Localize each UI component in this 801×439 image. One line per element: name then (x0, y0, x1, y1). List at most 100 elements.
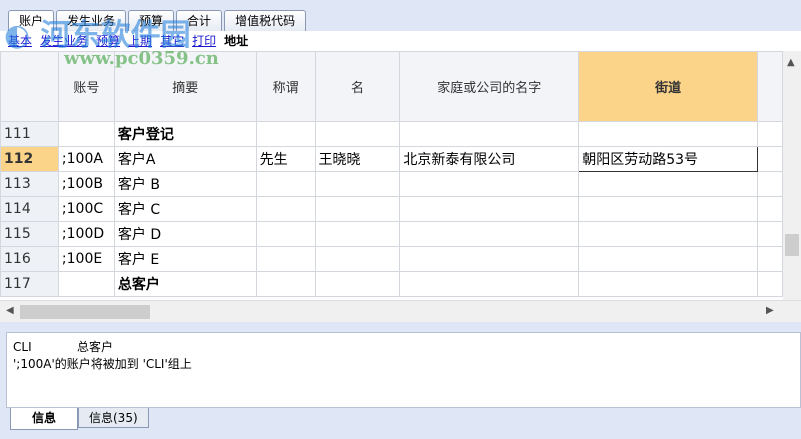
cell-company[interactable] (399, 271, 580, 297)
tab-3[interactable]: 合计 (176, 10, 223, 31)
subnav-link-3[interactable]: 上期 (128, 31, 152, 51)
subnav-link-2[interactable]: 预算 (96, 31, 120, 51)
cell-street[interactable] (578, 221, 759, 247)
column-header[interactable]: 街道 (578, 51, 759, 122)
tab-1[interactable]: 发生业务 (56, 10, 127, 31)
cell-first[interactable] (314, 246, 401, 272)
cell-desc[interactable]: 客户 E (113, 246, 257, 272)
cell-desc[interactable]: 客户 C (113, 196, 257, 222)
message-text: ';100A'的账户将被加到 'CLI'组上 (13, 357, 192, 371)
cell-acc[interactable] (57, 271, 115, 297)
scroll-right-icon[interactable]: ▶ (766, 305, 774, 316)
cell-street[interactable] (578, 196, 759, 222)
row-number[interactable]: 115 (0, 221, 59, 247)
cell-desc[interactable]: 客户 B (113, 171, 257, 197)
tab-info[interactable]: 信息 (10, 408, 78, 430)
subnav-link-5[interactable]: 打印 (192, 31, 216, 51)
table-row[interactable]: 116 ;100E 客户 E (0, 246, 783, 272)
cell-company[interactable]: 北京新泰有限公司 (399, 146, 580, 172)
table-row[interactable]: 111 客户登记 (0, 121, 783, 147)
subnav-link-4[interactable]: 其它 (160, 31, 184, 51)
table-row[interactable]: 117 总客户 (0, 271, 783, 297)
tab-4[interactable]: 增值税代码 (224, 10, 307, 31)
cell-company[interactable] (399, 171, 580, 197)
column-header[interactable]: 家庭或公司的名字 (399, 51, 580, 122)
cell-company[interactable] (399, 246, 580, 272)
table-row[interactable]: 114 ;100C 客户 C (0, 196, 783, 222)
cell-street[interactable] (578, 271, 759, 297)
column-header[interactable]: 称谓 (255, 51, 316, 122)
cell-acc[interactable]: ;100A (57, 146, 115, 172)
subnav-link-0[interactable]: 基本 (8, 31, 32, 51)
horizontal-scroll-thumb[interactable] (20, 305, 150, 319)
cell-first[interactable] (314, 221, 401, 247)
cell-title[interactable] (255, 196, 316, 222)
cell-title[interactable] (255, 221, 316, 247)
cell-title[interactable]: 先生 (255, 146, 316, 172)
subnav-current: 地址 (224, 34, 249, 48)
column-header[interactable]: 账号 (57, 51, 115, 122)
cell-desc[interactable]: 客户A (113, 146, 257, 172)
cell-first[interactable] (314, 271, 401, 297)
cell-street[interactable] (578, 246, 759, 272)
cell-desc[interactable]: 总客户 (113, 271, 257, 297)
cell-acc[interactable]: ;100D (57, 221, 115, 247)
table-row[interactable]: 115 ;100D 客户 D (0, 221, 783, 247)
row-number[interactable]: 112 (0, 146, 59, 172)
vertical-scroll-thumb[interactable] (785, 234, 799, 256)
horizontal-scrollbar[interactable]: ◀ ▶ (0, 300, 801, 322)
cell-company[interactable] (399, 196, 580, 222)
column-header[interactable]: 摘要 (113, 51, 257, 122)
cell-empty[interactable] (757, 171, 783, 197)
cell-empty[interactable] (757, 221, 783, 247)
scroll-up-icon[interactable]: ▲ (787, 57, 795, 68)
cell-acc[interactable]: ;100E (57, 246, 115, 272)
cell-desc[interactable]: 客户 D (113, 221, 257, 247)
cell-title[interactable] (255, 271, 316, 297)
cell-acc[interactable] (57, 121, 115, 147)
account-grid: 账号 摘要 称谓名家庭或公司的名字 街道 111 客户登记 112 ;100A 客户A 先生 王晓… (0, 51, 783, 300)
column-header[interactable]: 名 (314, 51, 401, 122)
cell-first[interactable] (314, 121, 401, 147)
table-row[interactable]: 113 ;100B 客户 B (0, 171, 783, 197)
vertical-scrollbar[interactable]: ▲ (783, 51, 801, 300)
cell-first[interactable]: 王晓晓 (314, 146, 401, 172)
cell-street[interactable] (578, 171, 759, 197)
message-code: CLI (13, 340, 32, 354)
cell-empty[interactable] (757, 246, 783, 272)
row-number[interactable]: 114 (0, 196, 59, 222)
tab-0[interactable]: 账户 (8, 10, 55, 33)
subnav-link-1[interactable]: 发生业务 (40, 31, 88, 51)
cell-title[interactable] (255, 246, 316, 272)
cell-title[interactable] (255, 171, 316, 197)
message-panel: CLI 总客户 ';100A'的账户将被加到 'CLI'组上 (6, 332, 801, 408)
scroll-left-icon[interactable]: ◀ (6, 305, 14, 316)
cell-first[interactable] (314, 171, 401, 197)
cell-acc[interactable]: ;100B (57, 171, 115, 197)
table-row[interactable]: 112 ;100A 客户A 先生 王晓晓 北京新泰有限公司 朝阳区劳动路53号 (0, 146, 783, 172)
cell-empty[interactable] (757, 271, 783, 297)
sub-nav: 基本 发生业务 预算 上期 其它 打印 地址 (0, 31, 801, 51)
row-number[interactable]: 113 (0, 171, 59, 197)
cell-desc[interactable]: 客户登记 (113, 121, 257, 147)
row-number[interactable]: 117 (0, 271, 59, 297)
cell-empty[interactable] (757, 121, 783, 147)
cell-street[interactable]: 朝阳区劳动路53号 (578, 146, 759, 172)
cell-first[interactable] (314, 196, 401, 222)
message-tabs: 信息 信息(35) (10, 408, 149, 430)
cell-acc[interactable]: ;100C (57, 196, 115, 222)
cell-title[interactable] (255, 121, 316, 147)
column-header[interactable] (0, 51, 59, 122)
main-tabs: 账户 发生业务 预算 合计 增值税代码 (8, 10, 308, 33)
cell-empty[interactable] (757, 196, 783, 222)
column-header[interactable] (757, 51, 783, 122)
message-group: 总客户 (77, 340, 114, 354)
cell-empty[interactable] (757, 146, 783, 172)
tab-2[interactable]: 预算 (128, 10, 175, 31)
cell-company[interactable] (399, 121, 580, 147)
row-number[interactable]: 116 (0, 246, 59, 272)
row-number[interactable]: 111 (0, 121, 59, 147)
tab-info-count[interactable]: 信息(35) (78, 408, 149, 428)
cell-company[interactable] (399, 221, 580, 247)
cell-street[interactable] (578, 121, 759, 147)
